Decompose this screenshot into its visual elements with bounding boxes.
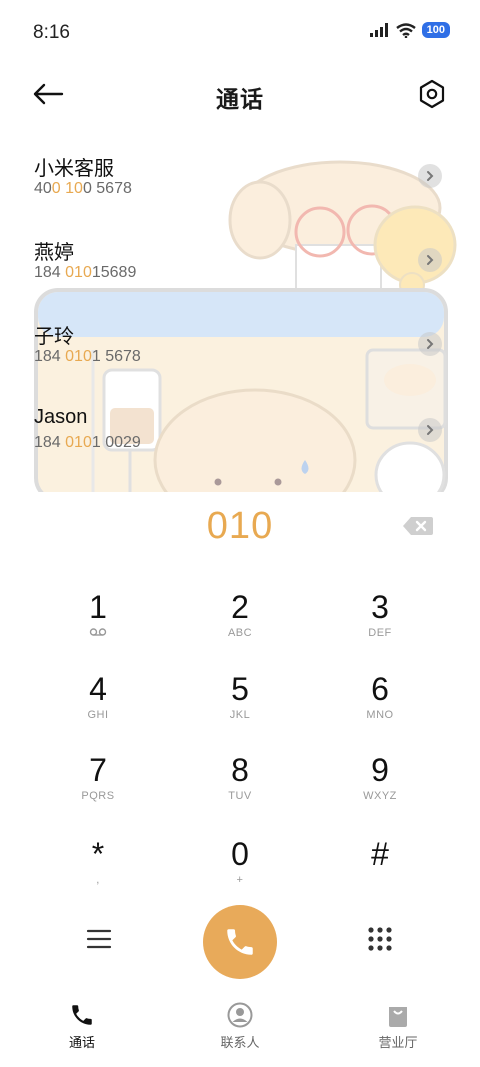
dialpad-icon[interactable] [367, 926, 393, 952]
contact-icon [227, 1002, 253, 1028]
contact-name: 小米客服 [34, 158, 114, 180]
wifi-icon [395, 22, 416, 38]
contact-name: Jason [34, 406, 88, 428]
key-star[interactable]: * , [38, 835, 158, 913]
contact-number: 400 100 5678 [34, 180, 132, 197]
nav-contacts[interactable]: 联系人 [180, 990, 300, 1052]
settings-icon[interactable] [416, 78, 448, 110]
voicemail-icon [89, 628, 107, 636]
page-title: 通话 [216, 86, 264, 112]
contact-number: 184 01015689 [34, 264, 137, 281]
key-4[interactable]: 4 GHI [38, 670, 158, 748]
call-log-item[interactable]: Jason 184 0101 0029 [0, 396, 480, 480]
chevron-right-icon[interactable] [418, 248, 442, 272]
nav-store-label: 营业厅 [378, 1035, 418, 1050]
call-log-item[interactable]: 小米客服 400 100 5678 [0, 142, 480, 226]
nav-store[interactable]: 营业厅 [338, 990, 458, 1052]
key-9[interactable]: 9 WXYZ [320, 751, 440, 829]
chevron-right-icon[interactable] [418, 418, 442, 442]
nav-calls[interactable]: 通话 [22, 990, 142, 1052]
key-8[interactable]: 8 TUV [180, 751, 300, 829]
contact-name: 燕婷 [34, 242, 74, 264]
phone-icon [72, 1005, 92, 1025]
nav-contacts-label: 联系人 [220, 1035, 260, 1050]
call-button[interactable] [203, 905, 277, 979]
nav-calls-label: 通话 [68, 1035, 95, 1050]
contact-name: 子玲 [34, 326, 74, 348]
signal-icon [369, 23, 388, 37]
call-log-item[interactable]: 子玲 184 0101 5678 [0, 310, 480, 394]
status-time: 8:16 [33, 22, 70, 43]
key-hash[interactable]: # [320, 835, 440, 913]
bottom-nav: 通话 联系人 营业厅 [0, 990, 480, 1067]
key-6[interactable]: 6 MNO [320, 670, 440, 748]
key-3[interactable]: 3 DEF [320, 588, 440, 666]
phone-icon [227, 929, 253, 955]
status-icons: 100 [369, 22, 450, 38]
chevron-right-icon[interactable] [418, 164, 442, 188]
contact-number: 184 0101 0029 [34, 434, 141, 451]
key-5[interactable]: 5 JKL [180, 670, 300, 748]
call-log-item[interactable]: 燕婷 184 01015689 [0, 226, 480, 310]
key-2[interactable]: 2 ABC [180, 588, 300, 666]
menu-icon[interactable] [86, 926, 112, 952]
key-1[interactable]: 1 [38, 588, 158, 666]
chevron-right-icon[interactable] [418, 332, 442, 356]
key-0[interactable]: 0 + [180, 835, 300, 913]
battery-indicator: 100 [421, 22, 450, 38]
key-7[interactable]: 7 PQRS [38, 751, 158, 829]
backspace-icon[interactable] [402, 515, 434, 537]
contact-number: 184 0101 5678 [34, 348, 141, 365]
shopping-bag-icon [389, 1007, 407, 1027]
